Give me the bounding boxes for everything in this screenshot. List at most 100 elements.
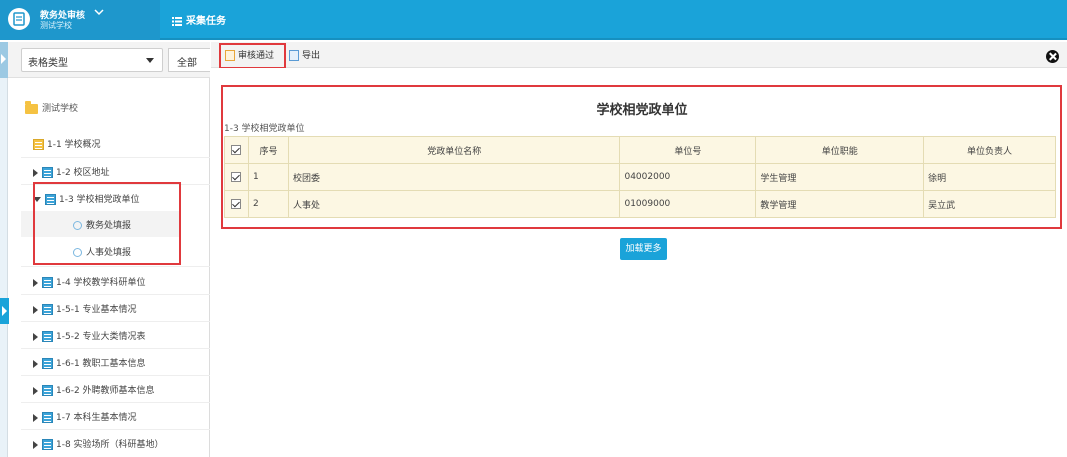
expand-arrow-icon[interactable]: [33, 278, 38, 287]
table-row[interactable]: 1 校团委 04002000 学生管理 徐明: [224, 163, 1056, 191]
table-icon: [42, 412, 53, 423]
tree-item-label: 1-1 学校概况: [47, 140, 101, 150]
tree-item-label: 1-5-2 专业大类情况表: [56, 332, 146, 342]
cell-no: 1: [247, 163, 289, 191]
table-icon: [42, 331, 53, 342]
tab-collect-label: 采集任务: [186, 16, 226, 27]
tab-collect-tasks[interactable]: 采集任务: [172, 12, 226, 27]
data-table: 序号 党政单位名称 单位号 单位职能 单位负责人 1 校团委 04002000 …: [224, 136, 1056, 218]
table-header-row: 序号 党政单位名称 单位号 单位职能 单位负责人: [224, 136, 1056, 164]
cell-code: 01009000: [619, 190, 757, 218]
table-icon: [42, 358, 53, 369]
expand-arrow-icon[interactable]: [33, 305, 38, 314]
table-icon: [42, 439, 53, 450]
table-icon: [42, 304, 53, 315]
select-all-cell[interactable]: [224, 136, 249, 164]
close-icon[interactable]: [1046, 50, 1059, 63]
app-switcher[interactable]: 教务处审核 测试学校: [0, 0, 160, 40]
cell-name: 校团委: [287, 163, 621, 191]
column-header[interactable]: 序号: [247, 136, 289, 164]
expand-arrow-icon[interactable]: [33, 413, 38, 422]
tree-item-1-4[interactable]: 1-4 学校教学科研单位: [21, 268, 210, 294]
tree-item-label: 1-6-2 外聘教师基本信息: [56, 386, 155, 396]
toolbar: [211, 42, 1067, 68]
expand-arrow-icon[interactable]: [33, 359, 38, 368]
expand-arrow-icon: [2, 306, 7, 316]
column-header[interactable]: 单位职能: [755, 136, 925, 164]
main-content: [211, 68, 1067, 457]
table-icon: [45, 194, 56, 205]
divider: [21, 266, 210, 267]
tree-item-label: 1-3 学校相党政单位: [59, 195, 140, 205]
row-checkbox[interactable]: [231, 171, 242, 182]
tree-item-label: 1-4 学校教学科研单位: [56, 278, 146, 288]
tree-item-1-8[interactable]: 1-8 实验场所（科研基地）: [21, 430, 210, 456]
expand-sidebar-toggle[interactable]: [0, 298, 9, 324]
tree-subitem-hr[interactable]: 人事处填报: [21, 238, 181, 264]
tree-subitem-academic-affairs[interactable]: 教务处填报: [21, 211, 181, 237]
chevron-down-icon: [94, 9, 104, 16]
row-select-cell[interactable]: [224, 190, 249, 218]
page-title: 学校相党政单位: [596, 103, 688, 118]
collapse-arrow-icon: [1, 54, 6, 64]
export-label: 导出: [302, 51, 321, 61]
export-button[interactable]: 导出: [289, 48, 320, 61]
tree-item-1-6-1[interactable]: 1-6-1 教职工基本信息: [21, 349, 210, 375]
tree-subitem-label: 人事处填报: [86, 248, 132, 258]
scope-value: 全部: [177, 58, 197, 69]
top-header: 教务处审核 测试学校 采集任务: [0, 0, 1067, 40]
column-header[interactable]: 单位号: [619, 136, 757, 164]
cell-function: 教学管理: [755, 190, 925, 218]
cell-no: 2: [247, 190, 289, 218]
table-caption: 1-3 学校相党政单位: [224, 124, 305, 134]
tree-item-1-2[interactable]: 1-2 校区地址: [21, 158, 210, 184]
column-header[interactable]: 党政单位名称: [287, 136, 621, 164]
cell-code: 04002000: [619, 163, 757, 191]
user-icon: [73, 248, 82, 257]
expand-arrow-icon[interactable]: [33, 168, 38, 177]
row-select-cell[interactable]: [224, 163, 249, 191]
approve-icon: [225, 50, 235, 61]
tree-root[interactable]: 测试学校: [25, 100, 79, 114]
tree-item-1-1[interactable]: 1-1 学校概况: [21, 130, 210, 156]
cell-leader: 徐明: [923, 163, 1056, 191]
export-icon: [289, 50, 299, 61]
table-icon: [33, 139, 44, 150]
tree-root-label: 测试学校: [42, 104, 79, 114]
cell-name: 人事处: [287, 190, 621, 218]
table-row[interactable]: 2 人事处 01009000 教学管理 吴立武: [224, 190, 1056, 218]
tree-item-1-3[interactable]: 1-3 学校相党政单位: [21, 185, 210, 211]
tree-item-label: 1-5-1 专业基本情况: [56, 305, 137, 315]
row-checkbox[interactable]: [231, 198, 242, 209]
load-more-button[interactable]: 加载更多: [620, 238, 667, 260]
expand-arrow-icon[interactable]: [33, 332, 38, 341]
tree-item-1-5-1[interactable]: 1-5-1 专业基本情况: [21, 295, 210, 321]
scope-select[interactable]: 全部: [168, 48, 210, 72]
folder-icon: [25, 100, 38, 114]
tree-item-1-6-2[interactable]: 1-6-2 外聘教师基本信息: [21, 376, 210, 402]
user-icon: [73, 221, 82, 230]
table-icon: [42, 277, 53, 288]
app-logo-icon: [8, 8, 30, 30]
tree-item-label: 1-7 本科生基本情况: [56, 413, 137, 423]
select-all-checkbox[interactable]: [231, 144, 242, 155]
tree-item-label: 1-2 校区地址: [56, 168, 110, 178]
table-icon: [42, 385, 53, 396]
table-icon: [42, 167, 53, 178]
table-type-value: 表格类型: [28, 58, 68, 69]
app-subtitle: 测试学校: [40, 21, 72, 30]
tree-item-label: 1-6-1 教职工基本信息: [56, 359, 146, 369]
column-header[interactable]: 单位负责人: [923, 136, 1056, 164]
cell-leader: 吴立武: [923, 190, 1056, 218]
collapse-arrow-icon[interactable]: [33, 197, 41, 202]
expand-arrow-icon[interactable]: [33, 386, 38, 395]
table-type-select[interactable]: 表格类型: [21, 48, 163, 72]
tree-item-1-7[interactable]: 1-7 本科生基本情况: [21, 403, 210, 429]
approve-button[interactable]: 审核通过: [225, 48, 274, 61]
tree-item-1-5-2[interactable]: 1-5-2 专业大类情况表: [21, 322, 210, 348]
tree-subitem-label: 教务处填报: [86, 221, 132, 231]
tree-item-label: 1-8 实验场所（科研基地）: [56, 440, 164, 450]
approve-label: 审核通过: [238, 51, 275, 61]
caret-down-icon: [146, 58, 154, 63]
expand-arrow-icon[interactable]: [33, 440, 38, 449]
